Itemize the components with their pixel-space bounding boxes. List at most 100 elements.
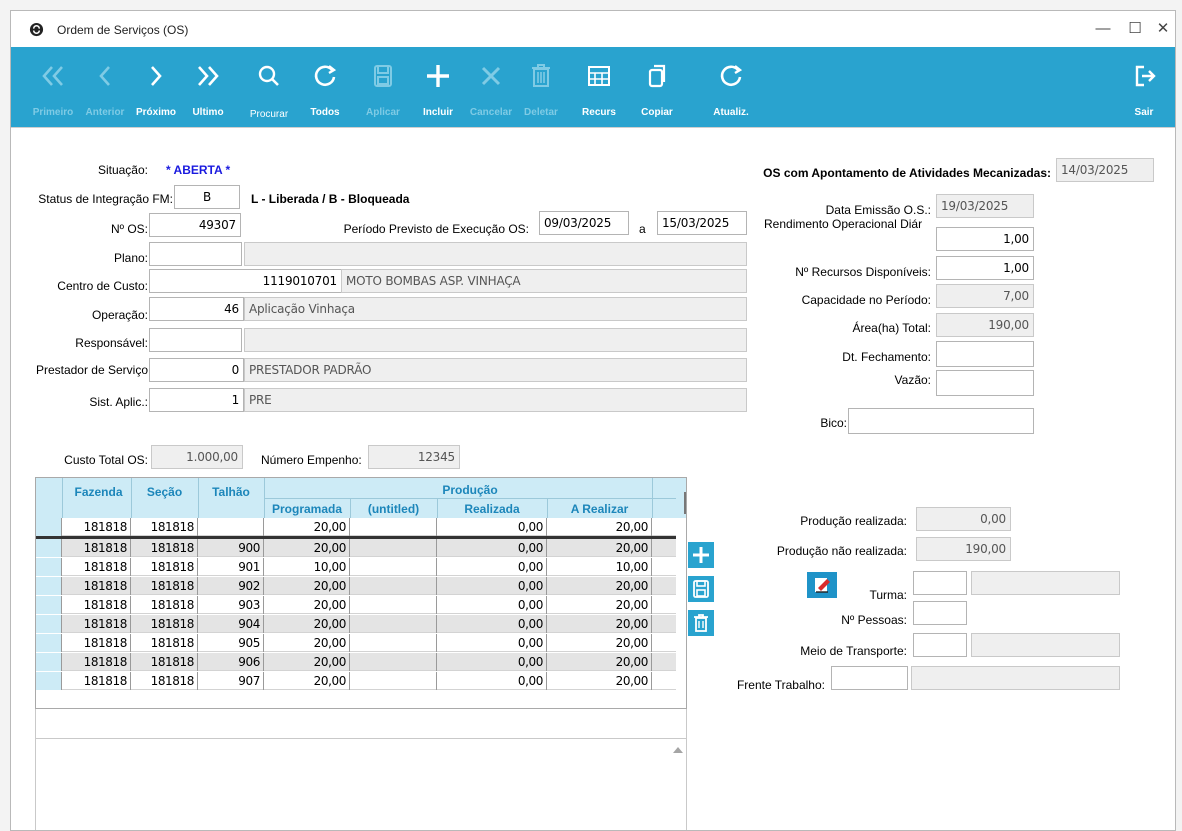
cell-realizada[interactable]: 0,00 (437, 518, 547, 536)
numero-os-field[interactable]: 49307 (149, 213, 241, 237)
cell-fazenda[interactable]: 181818 (62, 518, 131, 536)
row-selector[interactable] (36, 596, 62, 614)
turma-code-field[interactable] (913, 571, 967, 595)
table-row[interactable]: 181818 181818 903 20,00 0,00 20,00 (36, 596, 676, 614)
procurar-button[interactable]: Procurar (249, 47, 289, 127)
cell-secao[interactable]: 181818 (131, 577, 198, 595)
responsavel-code-field[interactable] (149, 328, 242, 352)
atualiz-button[interactable]: Atualiz. (711, 47, 751, 127)
cell-untitled[interactable] (350, 634, 437, 652)
cell-programada[interactable]: 20,00 (264, 577, 350, 595)
grid-scrollbar[interactable] (684, 492, 686, 514)
cell-realizada[interactable]: 0,00 (437, 596, 547, 614)
row-selector[interactable] (36, 539, 62, 557)
minimize-button[interactable]: — (1093, 19, 1113, 39)
cell-a-realizar[interactable]: 20,00 (547, 615, 652, 633)
copiar-button[interactable]: Copiar (637, 47, 677, 127)
col-realizada-header[interactable]: Realizada (437, 502, 547, 516)
cell-fazenda[interactable]: 181818 (62, 558, 131, 576)
col-programada-header[interactable]: Programada (264, 502, 350, 516)
row-selector[interactable] (36, 558, 62, 576)
bico-field[interactable] (848, 408, 1034, 434)
periodo-fim-field[interactable]: 15/03/2025 (657, 211, 747, 235)
cell-fazenda[interactable]: 181818 (62, 672, 131, 690)
cell-programada[interactable]: 20,00 (264, 634, 350, 652)
cell-talhao[interactable]: 900 (198, 539, 264, 557)
sist-aplic-code-field[interactable]: 1 (149, 388, 244, 412)
periodo-inicio-field[interactable]: 09/03/2025 (539, 211, 629, 235)
row-selector[interactable] (36, 577, 62, 595)
todos-button[interactable]: Todos (305, 47, 345, 127)
grid-delete-button[interactable] (688, 610, 714, 636)
cell-secao[interactable]: 181818 (131, 653, 198, 671)
cell-a-realizar[interactable]: 20,00 (547, 577, 652, 595)
cell-fazenda[interactable]: 181818 (62, 577, 131, 595)
table-row[interactable]: 181818 181818 904 20,00 0,00 20,00 (36, 615, 676, 633)
cell-a-realizar[interactable]: 20,00 (547, 596, 652, 614)
row-selector[interactable] (36, 672, 62, 690)
cell-programada[interactable]: 20,00 (264, 672, 350, 690)
cell-realizada[interactable]: 0,00 (437, 539, 547, 557)
transporte-code-field[interactable] (913, 633, 967, 657)
recursos-field[interactable]: 1,00 (936, 256, 1034, 280)
table-row[interactable]: 181818 181818 900 20,00 0,00 20,00 (36, 539, 676, 557)
scroll-up-icon[interactable] (673, 747, 683, 753)
vazao-field[interactable] (936, 370, 1034, 396)
close-button[interactable]: ✕ (1153, 19, 1173, 39)
row-selector[interactable] (36, 634, 62, 652)
memo-scrollbar[interactable] (669, 739, 686, 830)
cell-talhao[interactable]: 902 (198, 577, 264, 595)
deletar-button[interactable]: Deletar (521, 47, 561, 127)
cell-secao[interactable]: 181818 (131, 634, 198, 652)
cell-talhao[interactable]: 906 (198, 653, 264, 671)
cell-realizada[interactable]: 0,00 (437, 634, 547, 652)
cell-talhao[interactable]: 903 (198, 596, 264, 614)
cell-realizada[interactable]: 0,00 (437, 558, 547, 576)
cell-programada[interactable]: 20,00 (264, 539, 350, 557)
col-fazenda-header[interactable]: Fazenda (66, 485, 131, 499)
ultimo-button[interactable]: Ultimo (188, 47, 228, 127)
cell-talhao[interactable]: 904 (198, 615, 264, 633)
col-a-realizar-header[interactable]: A Realizar (547, 502, 652, 516)
cell-programada[interactable]: 20,00 (264, 518, 350, 536)
col-talhao-header[interactable]: Talhão (198, 485, 264, 499)
cell-fazenda[interactable]: 181818 (62, 634, 131, 652)
plano-code-field[interactable] (149, 242, 242, 266)
row-selector[interactable] (36, 615, 62, 633)
cell-untitled[interactable] (350, 615, 437, 633)
cell-a-realizar[interactable]: 20,00 (547, 672, 652, 690)
observacoes-memo[interactable] (35, 738, 687, 830)
row-selector[interactable] (36, 653, 62, 671)
recurs-button[interactable]: Recurs (579, 47, 619, 127)
aplicar-button[interactable]: Aplicar (363, 47, 403, 127)
grid-save-button[interactable] (688, 576, 714, 602)
cell-a-realizar[interactable]: 20,00 (547, 539, 652, 557)
maximize-button[interactable]: ☐ (1125, 19, 1145, 39)
cell-secao[interactable]: 181818 (131, 558, 198, 576)
pessoas-field[interactable] (913, 601, 967, 625)
cell-realizada[interactable]: 0,00 (437, 672, 547, 690)
cell-realizada[interactable]: 0,00 (437, 577, 547, 595)
cell-programada[interactable]: 20,00 (264, 653, 350, 671)
cell-secao[interactable]: 181818 (131, 518, 198, 536)
cell-untitled[interactable] (350, 653, 437, 671)
cell-fazenda[interactable]: 181818 (62, 539, 131, 557)
edit-turma-button[interactable] (807, 572, 837, 598)
cell-a-realizar[interactable]: 20,00 (547, 518, 652, 536)
cell-fazenda[interactable]: 181818 (62, 615, 131, 633)
cell-secao[interactable]: 181818 (131, 615, 198, 633)
cell-talhao[interactable] (198, 518, 264, 536)
cell-untitled[interactable] (350, 577, 437, 595)
cell-fazenda[interactable]: 181818 (62, 596, 131, 614)
cell-a-realizar[interactable]: 20,00 (547, 634, 652, 652)
cell-a-realizar[interactable]: 20,00 (547, 653, 652, 671)
cell-fazenda[interactable]: 181818 (62, 653, 131, 671)
cell-secao[interactable]: 181818 (131, 539, 198, 557)
col-untitled-header[interactable]: (untitled) (350, 502, 437, 516)
table-row[interactable]: 181818 181818 20,00 0,00 20,00 (36, 518, 676, 536)
rendimento-field[interactable]: 1,00 (936, 227, 1034, 251)
cell-talhao[interactable]: 901 (198, 558, 264, 576)
cell-talhao[interactable]: 907 (198, 672, 264, 690)
grid-add-button[interactable] (688, 542, 714, 568)
row-selector[interactable] (36, 518, 62, 536)
